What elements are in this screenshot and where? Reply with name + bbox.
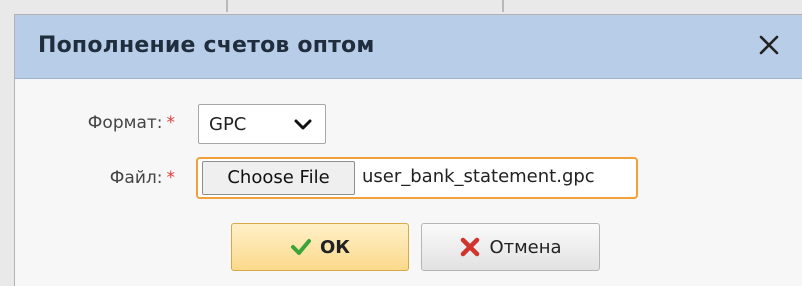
close-icon[interactable]	[756, 31, 782, 59]
choose-file-button[interactable]: Choose File	[202, 161, 355, 195]
format-label: Формат: *	[15, 113, 175, 133]
file-input[interactable]: Choose File user_bank_statement.gpc	[196, 157, 638, 199]
chevron-down-icon	[294, 119, 312, 130]
format-select[interactable]: GPC	[198, 104, 326, 144]
required-marker: *	[166, 113, 176, 133]
x-icon	[461, 237, 480, 257]
file-label-text: Файл:	[109, 168, 163, 188]
ok-button[interactable]: ОК	[231, 223, 409, 271]
file-label: Файл: *	[15, 168, 175, 188]
cancel-button[interactable]: Отмена	[421, 223, 600, 271]
dialog-titlebar: Пополнение счетов оптом	[15, 15, 802, 79]
background-divider	[502, 0, 504, 12]
background-window-edge	[0, 0, 14, 286]
dialog-title: Пополнение счетов оптом	[38, 33, 375, 58]
background-window-strip	[0, 0, 802, 14]
bulk-topup-dialog: Пополнение счетов оптом Формат: * GPC Фай…	[14, 14, 802, 286]
format-label-text: Формат:	[87, 113, 163, 133]
cancel-button-label: Отмена	[489, 236, 562, 258]
checkmark-icon	[290, 239, 311, 255]
ok-button-label: ОК	[319, 236, 350, 258]
selected-file-name: user_bank_statement.gpc	[362, 166, 595, 187]
required-marker: *	[166, 168, 176, 188]
format-select-value: GPC	[209, 114, 247, 135]
background-divider	[226, 0, 228, 12]
